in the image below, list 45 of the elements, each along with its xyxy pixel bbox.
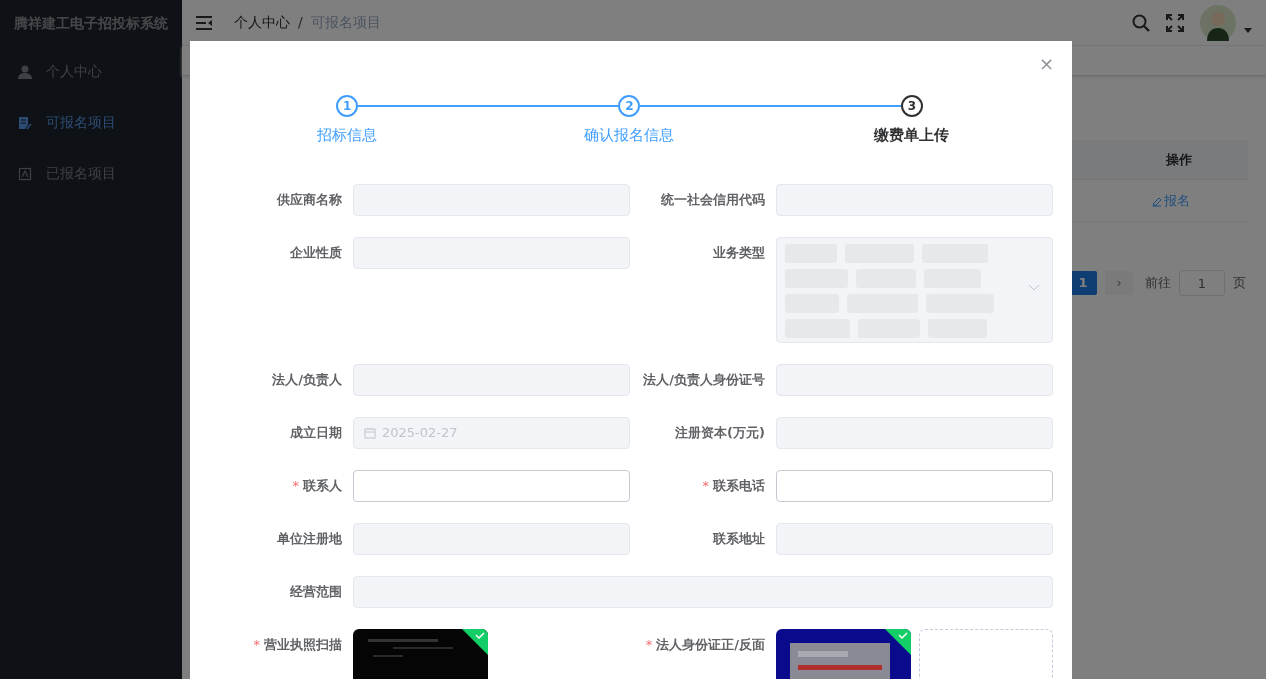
field-label: * 营业执照扫描 <box>252 636 343 654</box>
field-label: 注册资本(万元) <box>674 424 766 442</box>
step-label: 招标信息 <box>317 125 378 146</box>
chevron-icon <box>1028 284 1040 291</box>
square-icon <box>18 166 32 181</box>
app-title: 腾祥建工电子招投标系统 <box>13 14 169 33</box>
input-field[interactable] <box>353 470 630 502</box>
menu-icon[interactable] <box>196 15 212 30</box>
field-label: 经营范围 <box>289 583 343 601</box>
field-label: * 法人身份证正/反面 <box>644 636 766 654</box>
field-label: 企业性质 <box>289 244 343 262</box>
field-label: 单位注册地 <box>276 530 343 548</box>
field-label: * 联系人 <box>291 477 343 495</box>
step-number: 3 <box>900 95 923 117</box>
avatar[interactable] <box>1200 4 1236 41</box>
column-header: 操作 <box>1166 150 1192 169</box>
field-label: 成立日期 <box>289 424 343 442</box>
document-icon <box>18 115 32 130</box>
field-label: 供应商名称 <box>275 191 343 209</box>
step-label: 缴费单上传 <box>874 125 950 146</box>
field-label: 法人/负责人 <box>271 371 343 389</box>
goto-label: 前往 <box>1145 274 1171 293</box>
sidebar-item[interactable]: 可报名项目 <box>0 97 182 148</box>
goto-suffix: 页 <box>1233 274 1246 293</box>
breadcrumb-item[interactable]: 个人中心 <box>234 12 290 33</box>
fullscreen-icon[interactable] <box>1166 13 1184 32</box>
person-icon <box>18 64 32 79</box>
register-link[interactable]: 报名 <box>1152 191 1190 211</box>
next-page-button[interactable]: › <box>1105 271 1133 295</box>
field-label: 统一社会信用代码 <box>660 191 766 209</box>
close-button[interactable]: × <box>1038 55 1054 73</box>
field-label: 联系地址 <box>712 530 766 548</box>
field-label: 法人/负责人身份证号 <box>642 371 766 389</box>
page-input[interactable]: 1 <box>1179 270 1225 296</box>
edit-icon <box>1152 195 1162 207</box>
caret-icon[interactable] <box>1244 28 1252 33</box>
step-number: 1 <box>336 95 359 117</box>
input-field[interactable] <box>776 470 1053 502</box>
field-label: 业务类型 <box>712 244 766 262</box>
step-label: 确认报名信息 <box>584 125 675 146</box>
calendar-icon <box>364 427 376 439</box>
search-icon[interactable] <box>1132 13 1150 32</box>
breadcrumb-separator: / <box>298 13 303 32</box>
field-label: * 联系电话 <box>701 477 766 495</box>
step-number: 2 <box>618 95 641 117</box>
